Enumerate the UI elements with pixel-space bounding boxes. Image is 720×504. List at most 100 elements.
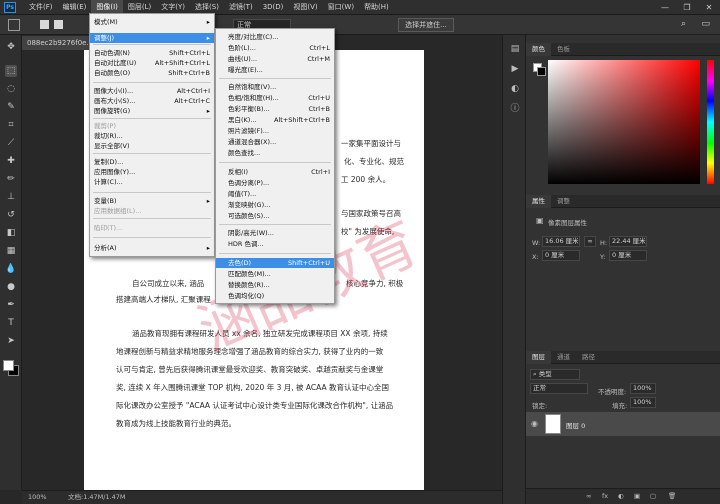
adjustments-menu-item[interactable]: 照片滤镜(F)... <box>216 126 334 136</box>
image-menu-item[interactable]: 模式(M) ▸ <box>90 17 214 27</box>
image-menu-item[interactable]: 调整(J) ▸ <box>90 33 214 43</box>
mask-icon[interactable]: ▣ <box>634 492 640 500</box>
pen-tool-icon[interactable]: ✒ <box>5 299 17 311</box>
color-picker-field[interactable] <box>548 60 700 184</box>
adjustments-menu-item[interactable]: 可选颜色(S)... <box>216 211 334 221</box>
image-menu-item[interactable]: 图像旋转(G) ▸ <box>90 106 214 116</box>
tab-paths[interactable]: 路径 <box>576 351 601 364</box>
clone-stamp-icon[interactable]: ⊥ <box>5 191 17 203</box>
image-menu-item[interactable]: 应用图像(Y)... <box>90 167 214 177</box>
document-tab[interactable]: 088ec2b9276f0e... <box>22 36 90 50</box>
adjustments-menu-item[interactable]: 反相(I) Ctrl+I <box>216 167 334 177</box>
adjustments-menu-item[interactable]: 颜色查找... <box>216 148 334 158</box>
adjustments-menu-item[interactable]: 阴影/高光(W)... <box>216 228 334 238</box>
new-layer-icon[interactable]: ▢ <box>650 492 656 500</box>
adjustments-menu-item[interactable]: 替换颜色(R)... <box>216 280 334 290</box>
healing-brush-icon[interactable]: ✚ <box>5 155 17 167</box>
adjustments-panel-icon[interactable]: ◐ <box>509 83 521 95</box>
blend-mode-select[interactable]: 正常 <box>530 383 588 394</box>
adjustments-menu-item[interactable]: 通道混合器(X)... <box>216 137 334 147</box>
link-icon[interactable]: ∞ <box>584 236 596 247</box>
adjustments-menu-item[interactable]: 色彩平衡(B)... Ctrl+B <box>216 104 334 114</box>
adjustments-menu-item[interactable]: 曝光度(E)... <box>216 65 334 75</box>
height-input[interactable]: 22.44 厘米 <box>609 236 647 247</box>
new-selection-icon[interactable] <box>40 20 49 29</box>
filter-kind-select[interactable]: ⌕ 类型 <box>530 369 580 380</box>
image-menu-item[interactable]: 复制(D)... <box>90 157 214 167</box>
eraser-icon[interactable]: ◧ <box>5 227 17 239</box>
visibility-eye-icon[interactable]: ◉ <box>531 419 538 428</box>
info-panel-icon[interactable]: ⓘ <box>509 103 521 115</box>
tab-properties[interactable]: 属性 <box>526 195 551 208</box>
menu-edit[interactable]: 编辑(E) <box>58 0 92 15</box>
adjustments-menu-item[interactable]: 黑白(K)... Alt+Shift+Ctrl+B <box>216 115 334 125</box>
image-menu-item[interactable]: 显示全部(V) <box>90 141 214 151</box>
trash-icon[interactable]: 🗑 <box>668 492 676 500</box>
tab-adjustments[interactable]: 调整 <box>551 195 576 208</box>
image-menu-item[interactable]: 计算(C)... <box>90 177 214 187</box>
add-selection-icon[interactable] <box>54 20 63 29</box>
adjustments-menu-item[interactable]: 去色(D) Shift+Ctrl+U <box>216 258 334 268</box>
menu-help[interactable]: 帮助(H) <box>359 0 394 15</box>
adjustment-layer-icon[interactable]: ◐ <box>618 492 624 500</box>
actions-panel-icon[interactable]: ▶ <box>509 63 521 75</box>
tab-swatches[interactable]: 色板 <box>551 43 576 56</box>
adjustments-menu-item[interactable]: 渐变映射(G)... <box>216 200 334 210</box>
quick-select-icon[interactable]: ✎ <box>5 101 17 113</box>
marquee-tool-icon[interactable] <box>8 19 20 31</box>
menu-filter[interactable]: 滤镜(T) <box>224 0 258 15</box>
hue-slider[interactable] <box>707 60 714 184</box>
dodge-tool-icon[interactable]: ● <box>5 281 17 293</box>
type-tool-icon[interactable]: T <box>5 317 17 329</box>
image-menu-item[interactable]: 自动色调(N) Shift+Ctrl+L <box>90 48 214 58</box>
adjustments-menu-item[interactable]: 亮度/对比度(C)... <box>216 32 334 42</box>
restore-icon[interactable]: ❐ <box>676 0 698 15</box>
opacity-input[interactable]: 100% <box>630 383 656 394</box>
adjustments-menu-item[interactable]: HDR 色调... <box>216 239 334 249</box>
close-icon[interactable]: ✕ <box>698 0 720 15</box>
adjustments-menu-item[interactable]: 曲线(U)... Ctrl+M <box>216 54 334 64</box>
width-input[interactable]: 16.06 厘米 <box>542 236 580 247</box>
tab-channels[interactable]: 通道 <box>551 351 576 364</box>
workspace-icon[interactable]: ▭ <box>701 19 710 29</box>
history-panel-icon[interactable]: ▤ <box>509 43 521 55</box>
x-input[interactable]: 0 厘米 <box>542 250 580 261</box>
marquee-tool-icon[interactable]: ⬚ <box>5 65 17 77</box>
adjustments-menu-item[interactable]: 色相/饱和度(H)... Ctrl+U <box>216 93 334 103</box>
image-menu-item[interactable]: 图像大小(I)... Alt+Ctrl+I <box>90 86 214 96</box>
foreground-color-swatch[interactable] <box>3 360 14 371</box>
search-icon[interactable]: ⌕ <box>681 19 686 29</box>
adjustments-menu-item[interactable]: 色调均化(Q) <box>216 291 334 301</box>
blur-tool-icon[interactable]: 💧 <box>5 263 17 275</box>
y-input[interactable]: 0 厘米 <box>609 250 647 261</box>
menu-view[interactable]: 视图(V) <box>288 0 322 15</box>
minimize-icon[interactable]: — <box>654 0 676 15</box>
zoom-level[interactable]: 100% <box>28 491 47 504</box>
brush-tool-icon[interactable]: ✏ <box>5 173 17 185</box>
select-and-mask-button[interactable]: 选择并遮住... <box>398 18 454 32</box>
gradient-tool-icon[interactable]: ▦ <box>5 245 17 257</box>
adjustments-menu-item[interactable]: 匹配颜色(M)... <box>216 269 334 279</box>
fx-icon[interactable]: fx <box>602 492 608 500</box>
menu-file[interactable]: 文件(F) <box>24 0 58 15</box>
image-menu-item[interactable]: 自动颜色(O) Shift+Ctrl+B <box>90 68 214 78</box>
move-tool-icon[interactable]: ✥ <box>5 41 17 53</box>
adjustments-menu-item[interactable]: 自然饱和度(V)... <box>216 82 334 92</box>
image-menu-item[interactable]: 裁切(R)... <box>90 131 214 141</box>
crop-tool-icon[interactable]: ⌗ <box>5 119 17 131</box>
path-select-icon[interactable]: ➤ <box>5 335 17 347</box>
link-layers-icon[interactable]: ∞ <box>586 492 591 500</box>
eyedropper-icon[interactable]: ⟋ <box>5 137 17 149</box>
menu-3d[interactable]: 3D(D) <box>258 0 289 15</box>
history-brush-icon[interactable]: ↺ <box>5 209 17 221</box>
tab-color[interactable]: 颜色 <box>526 43 551 56</box>
menu-window[interactable]: 窗口(W) <box>323 0 359 15</box>
image-menu-item[interactable]: 画布大小(S)... Alt+Ctrl+C <box>90 96 214 106</box>
adjustments-menu-item[interactable]: 色阶(L)... Ctrl+L <box>216 43 334 53</box>
image-menu-item[interactable]: 自动对比度(U) Alt+Shift+Ctrl+L <box>90 58 214 68</box>
image-menu-item[interactable]: 变量(B) ▸ <box>90 196 214 206</box>
bg-color-chip[interactable] <box>537 67 546 76</box>
image-menu-item[interactable]: 分析(A) ▸ <box>90 243 214 253</box>
adjustments-menu-item[interactable]: 阈值(T)... <box>216 189 334 199</box>
adjustments-menu-item[interactable]: 色调分离(P)... <box>216 178 334 188</box>
